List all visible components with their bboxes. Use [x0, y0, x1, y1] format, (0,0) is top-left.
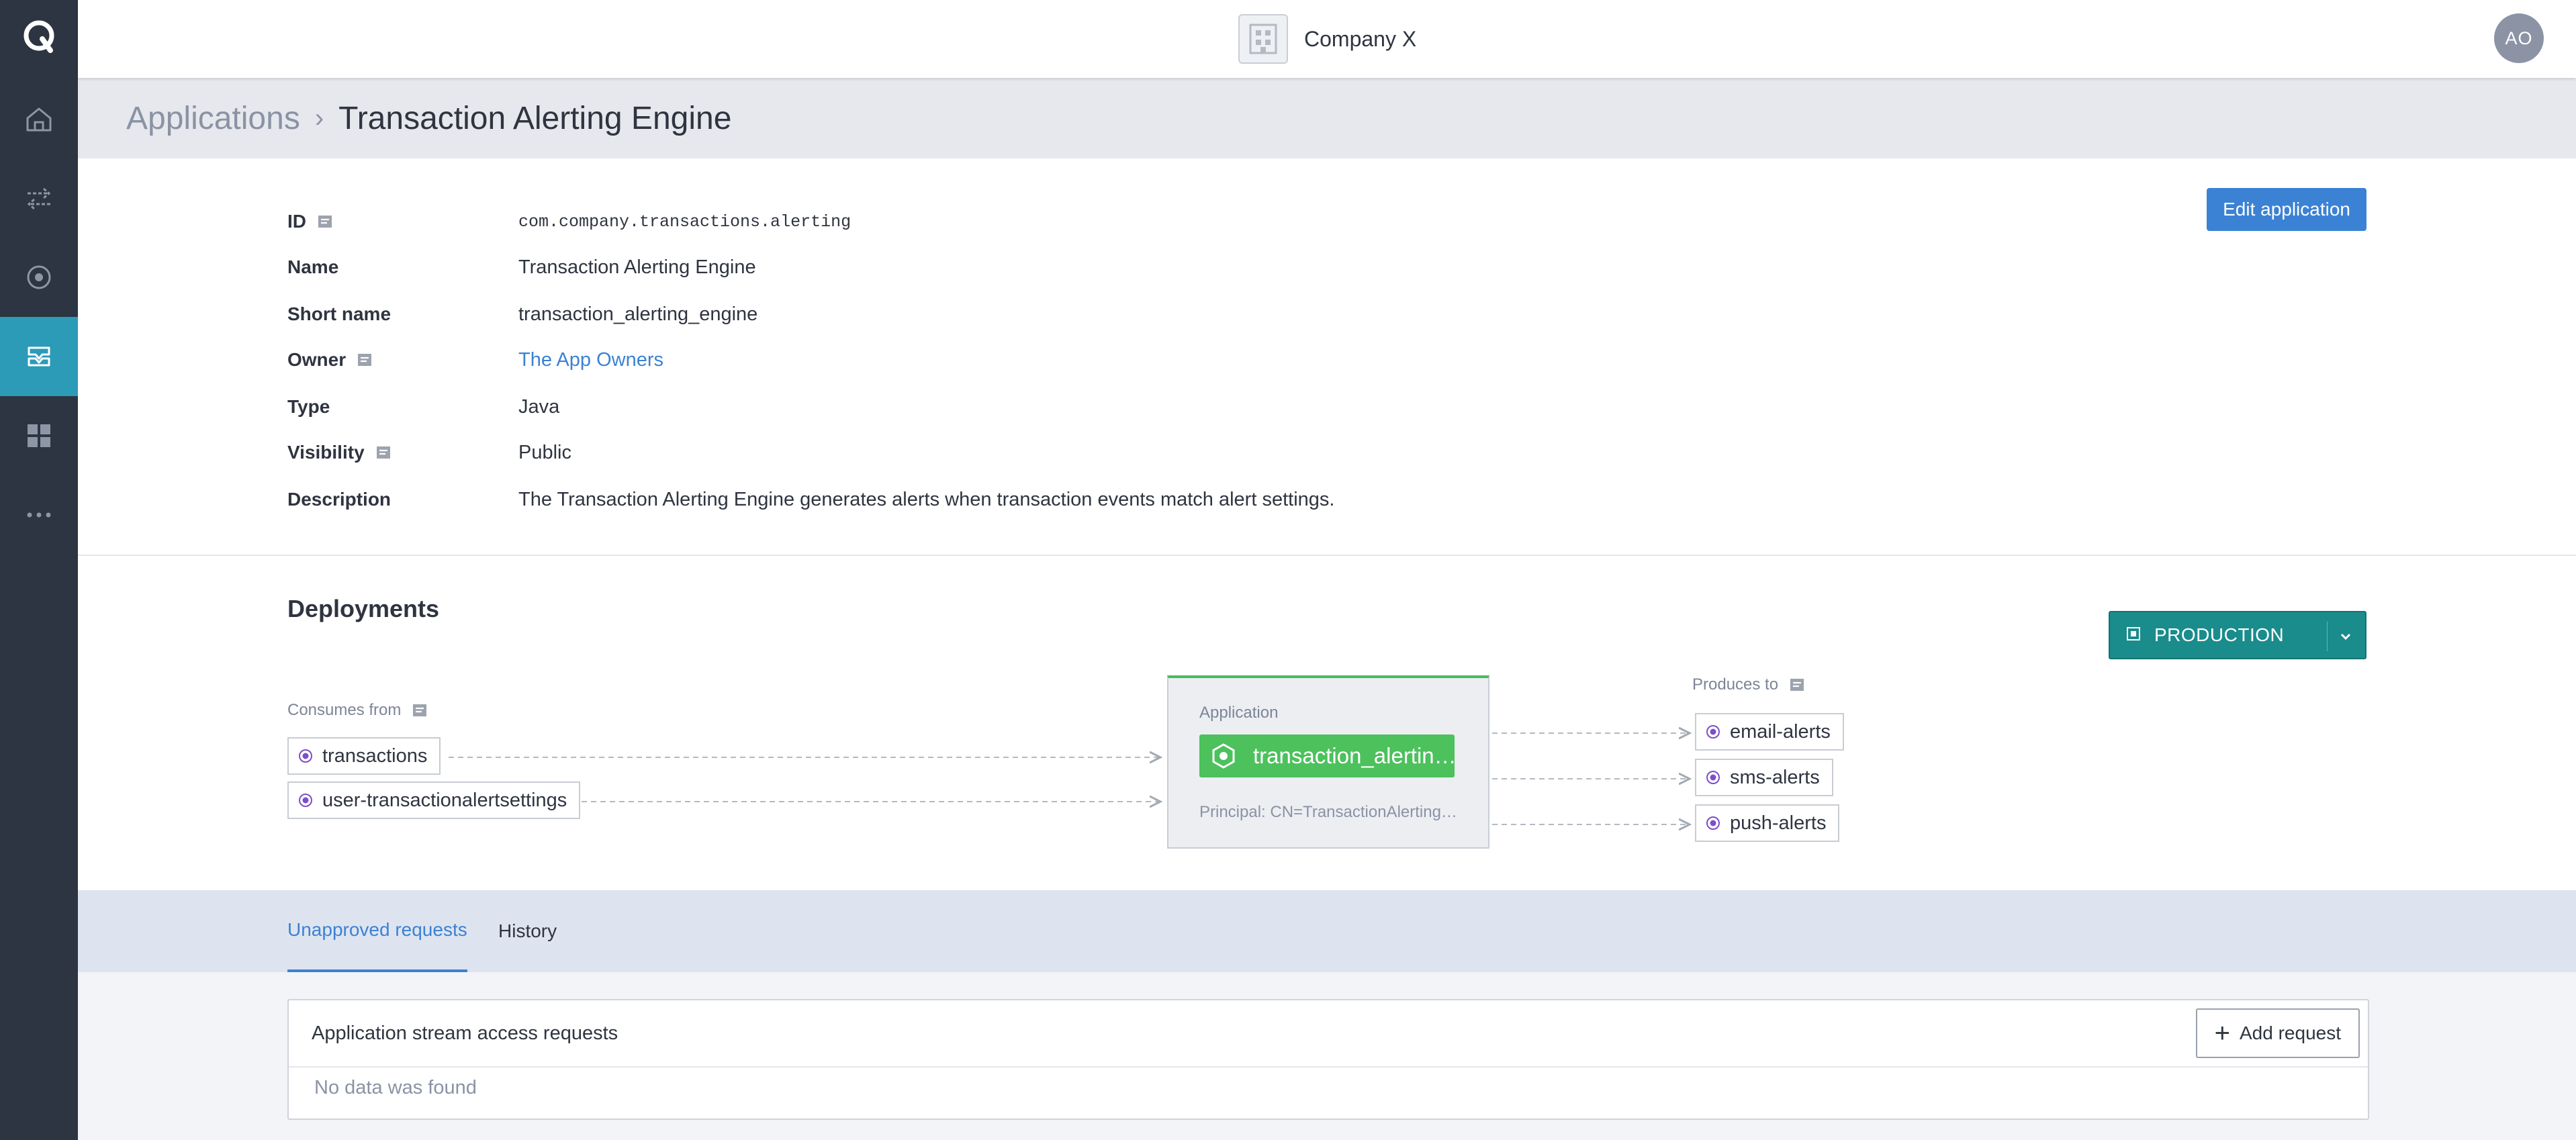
detail-row-type: Type Java: [287, 393, 559, 420]
topic-label: sms-alerts: [1730, 766, 1820, 788]
application-name: transaction_alertin…: [1253, 743, 1455, 768]
deployments-section: Deployments PRODUCTION Consumes from tra…: [78, 557, 2576, 890]
sidebar: [0, 0, 78, 1140]
topic-icon: [299, 794, 312, 807]
id-value: com.company.transactions.alerting: [518, 211, 852, 232]
topic-label: email-alerts: [1730, 720, 1831, 743]
application-node: Application transaction_alertin… Princip…: [1167, 675, 1489, 849]
description-value: The Transaction Alerting Engine generate…: [518, 488, 1335, 510]
topic-icon: [1706, 771, 1720, 784]
page-title: Transaction Alerting Engine: [338, 100, 732, 136]
visibility-value: Public: [518, 441, 571, 463]
detail-row-owner: Owner The App Owners: [287, 346, 663, 373]
avatar[interactable]: AO: [2494, 13, 2544, 63]
chevron-down-icon: [2338, 627, 2353, 649]
type-value: Java: [518, 395, 560, 418]
deployments-title: Deployments: [287, 595, 440, 622]
sidebar-item-applications[interactable]: [0, 317, 78, 396]
note-icon[interactable]: [1789, 677, 1805, 693]
application-pill[interactable]: transaction_alertin…: [1199, 734, 1455, 777]
name-label: Name: [287, 256, 339, 277]
produces-caption: Produces to: [1692, 675, 1805, 694]
application-details: Edit application ID com.company.transact…: [78, 158, 2576, 556]
note-icon[interactable]: [412, 702, 428, 718]
detail-label: Owner: [287, 349, 518, 371]
tab-history[interactable]: History: [498, 890, 557, 972]
id-label: ID: [287, 211, 306, 232]
panel-header: Application stream access requests: [289, 1000, 2368, 1067]
application-principal: Principal: CN=TransactionAlerting…: [1199, 803, 1457, 821]
building-icon: [1238, 14, 1288, 64]
consumes-label: Consumes from: [287, 701, 402, 719]
sidebar-item-topics[interactable]: [0, 238, 78, 317]
logo-icon[interactable]: [0, 0, 78, 74]
target-icon: [27, 265, 51, 289]
consumes-caption: Consumes from: [287, 701, 428, 720]
detail-row-id: ID com.company.transactions.alerting: [287, 208, 851, 235]
topic-transactions[interactable]: transactions: [287, 737, 441, 775]
note-icon[interactable]: [375, 444, 392, 461]
plus-icon: +: [2214, 1018, 2230, 1048]
applications-icon: [28, 346, 50, 367]
breadcrumb-applications-link[interactable]: Applications: [126, 100, 300, 137]
sidebar-item-more[interactable]: [0, 475, 78, 555]
topic-label: transactions: [322, 745, 428, 767]
note-icon[interactable]: [317, 213, 333, 230]
sidebar-item-streams[interactable]: [0, 158, 78, 238]
note-icon[interactable]: [357, 352, 373, 368]
topic-email-alerts[interactable]: email-alerts: [1695, 713, 1844, 751]
panel-title: Application stream access requests: [312, 1022, 618, 1044]
detail-row-short-name: Short name transaction_alerting_engine: [287, 301, 757, 328]
empty-state: No data was found: [314, 1077, 477, 1098]
topic-push-alerts[interactable]: push-alerts: [1695, 804, 1840, 842]
requests-panel: Application stream access requests + Add…: [287, 999, 2369, 1120]
arrows-icon: [27, 187, 51, 210]
application-caption: Application: [1199, 704, 1279, 722]
description-label: Description: [287, 489, 392, 510]
topic-icon: [299, 749, 312, 763]
topic-user-transactionalertsettings[interactable]: user-transactionalertsettings: [287, 781, 581, 819]
application-hex-icon: [1212, 743, 1235, 769]
detail-label: Visibility: [287, 442, 518, 463]
environment-label: PRODUCTION: [2154, 624, 2285, 645]
grid-icon: [28, 424, 50, 447]
detail-row-visibility: Visibility Public: [287, 439, 571, 466]
breadcrumb-separator: ›: [314, 103, 324, 133]
topic-label: push-alerts: [1730, 812, 1827, 834]
more-icon: [27, 512, 51, 518]
top-bar: Company X AO: [78, 0, 2576, 78]
edit-application-button[interactable]: Edit application: [2207, 188, 2366, 231]
short-name-value: transaction_alerting_engine: [518, 303, 758, 325]
name-value: Transaction Alerting Engine: [518, 256, 756, 278]
add-request-label: Add request: [2240, 1023, 2341, 1043]
detail-label: ID: [287, 211, 518, 232]
request-tabs: Unapproved requests History: [78, 890, 2576, 972]
company-switcher[interactable]: Company X: [1238, 13, 1416, 64]
environment-icon: [2126, 624, 2141, 646]
owner-link[interactable]: The App Owners: [518, 349, 663, 371]
topic-label: user-transactionalertsettings: [322, 789, 567, 811]
company-name: Company X: [1304, 26, 1417, 51]
home-icon: [26, 107, 52, 132]
sidebar-item-dashboards[interactable]: [0, 396, 78, 475]
topic-icon: [1706, 725, 1720, 739]
short-name-label: Short name: [287, 303, 392, 324]
detail-row-description: Description The Transaction Alerting Eng…: [287, 486, 1334, 513]
visibility-label: Visibility: [287, 442, 365, 463]
breadcrumb: Applications › Transaction Alerting Engi…: [78, 78, 2576, 158]
sidebar-item-home[interactable]: [0, 79, 78, 158]
topic-sms-alerts[interactable]: sms-alerts: [1695, 759, 1833, 796]
tab-unapproved-requests[interactable]: Unapproved requests: [287, 890, 467, 972]
topic-icon: [1706, 816, 1720, 830]
requests-area: Application stream access requests + Add…: [78, 972, 2576, 1140]
environment-divider: [2327, 622, 2328, 651]
add-request-button[interactable]: + Add request: [2195, 1008, 2360, 1058]
environment-select[interactable]: PRODUCTION: [2109, 611, 2366, 659]
type-label: Type: [287, 396, 330, 417]
produces-label: Produces to: [1692, 675, 1779, 694]
detail-row-name: Name Transaction Alerting Engine: [287, 254, 756, 281]
owner-label: Owner: [287, 349, 347, 370]
